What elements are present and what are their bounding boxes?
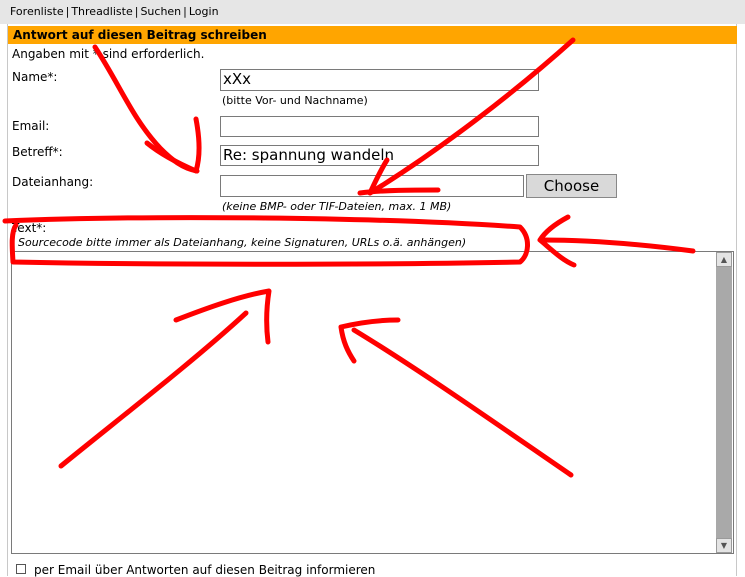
scroll-up-icon[interactable]: ▲ xyxy=(716,252,732,267)
notify-label: per Email über Antworten auf diesen Beit… xyxy=(34,563,376,577)
name-hint: (bitte Vor- und Nachname) xyxy=(222,94,368,107)
message-textarea[interactable] xyxy=(11,251,734,554)
nav-link-login[interactable]: Login xyxy=(189,5,219,18)
nav-link-threadliste[interactable]: Threadliste xyxy=(71,5,132,18)
nav-link-suchen[interactable]: Suchen xyxy=(140,5,181,18)
textarea-scrollbar[interactable] xyxy=(716,252,732,553)
attachment-hint: (keine BMP- oder TIF-Dateien, max. 1 MB) xyxy=(222,200,452,213)
notify-checkbox[interactable] xyxy=(16,564,26,574)
name-input[interactable]: xXx xyxy=(220,69,539,91)
required-note: Angaben mit * sind erforderlich. xyxy=(12,47,205,61)
top-navigation: Forenliste | Threadliste | Suchen | Login xyxy=(0,0,745,24)
subject-label: Betreff*: xyxy=(12,145,63,159)
attachment-label: Dateianhang: xyxy=(12,175,94,189)
scroll-down-icon[interactable]: ▼ xyxy=(716,538,732,553)
subject-input[interactable]: Re: spannung wandeln xyxy=(220,145,539,166)
text-label: Text*: xyxy=(12,221,47,235)
name-label: Name*: xyxy=(12,70,58,84)
email-input[interactable] xyxy=(220,116,539,137)
email-label: Email: xyxy=(12,119,50,133)
form-header: Antwort auf diesen Beitrag schreiben xyxy=(8,26,737,44)
nav-link-forenliste[interactable]: Forenliste xyxy=(10,5,64,18)
text-hint: Sourcecode bitte immer als Dateianhang, … xyxy=(18,236,467,249)
choose-file-button[interactable]: Choose xyxy=(526,174,617,198)
nav-separator: | xyxy=(183,5,187,18)
attachment-input[interactable] xyxy=(220,175,524,197)
